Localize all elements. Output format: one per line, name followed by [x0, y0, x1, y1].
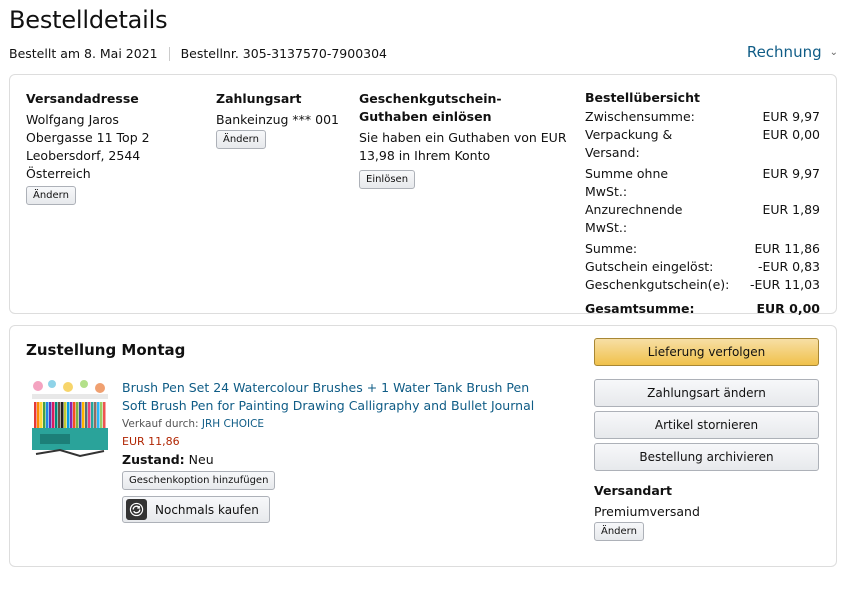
delivery-panel: Zustellung Montag Brush Pen Set 24 Water… — [9, 325, 837, 567]
invoice-label: Rechnung — [746, 43, 822, 61]
summary-label: Verpackung & Versand: — [585, 127, 673, 160]
product-title-link[interactable]: Brush Pen Set 24 Watercolour Brushes + 1… — [122, 379, 542, 415]
sold-by: Verkauf durch: JRH CHOICE — [122, 418, 542, 430]
track-delivery-button[interactable]: Lieferung verfolgen — [594, 338, 819, 366]
summary-label: Gesamtsumme: — [585, 301, 695, 316]
summary-label: Geschenkgutschein(e): — [585, 277, 730, 292]
payment-method: Bankeinzug *** 001 — [216, 112, 340, 127]
order-summary-heading: Bestellübersicht — [585, 90, 700, 105]
refresh-icon — [126, 499, 147, 520]
buy-again-label: Nochmals kaufen — [155, 502, 259, 517]
summary-row-shipping: Verpackung & Versand: EUR 0,00 — [585, 126, 820, 162]
change-shipping-button[interactable]: Ändern — [594, 522, 644, 541]
summary-row-vat: Anzurechnende MwSt.: EUR 1,89 — [585, 201, 820, 237]
summary-row-subtotal: Zwischensumme: EUR 9,97 — [585, 108, 820, 126]
summary-value: EUR 1,89 — [762, 202, 820, 217]
summary-row-voucher: Gutschein eingelöst: -EUR 0,83 — [585, 258, 820, 276]
change-payment-button[interactable]: Ändern — [216, 130, 266, 149]
shipping-method-value: Premiumversand — [594, 504, 700, 519]
product-image[interactable] — [30, 378, 110, 462]
gift-card-section: Geschenkgutschein-Guthaben einlösen Sie … — [359, 90, 569, 189]
summary-value: EUR 11,86 — [754, 241, 821, 256]
chevron-down-icon: ⌄ — [829, 46, 838, 58]
summary-label: Zwischensumme: — [585, 109, 695, 124]
product-condition: Zustand: Neu — [122, 452, 542, 467]
shipping-address-heading: Versandadresse — [26, 91, 139, 106]
summary-row-giftcard: Geschenkgutschein(e): -EUR 11,03 — [585, 276, 820, 294]
summary-row-total: Gesamtsumme: EUR 0,00 — [585, 300, 820, 318]
payment-heading: Zahlungsart — [216, 91, 302, 106]
summary-value: EUR 0,00 — [756, 301, 820, 316]
gift-card-balance-text: Sie haben ein Guthaben von EUR 13,98 in … — [359, 130, 567, 163]
order-number: Bestellnr. 305-3137570-7900304 — [180, 46, 388, 61]
summary-value: -EUR 11,03 — [749, 277, 820, 292]
meta-divider — [168, 46, 170, 61]
summary-value: EUR 9,97 — [762, 109, 820, 124]
address-city: Leobersdorf, 2544 — [26, 148, 141, 163]
summary-row-net: Summe ohne MwSt.: EUR 9,97 — [585, 165, 820, 201]
change-payment-method-button[interactable]: Zahlungsart ändern — [594, 379, 819, 407]
summary-value: -EUR 0,83 — [757, 259, 820, 274]
change-address-button[interactable]: Ändern — [26, 186, 76, 205]
sold-by-label: Verkauf durch: — [122, 418, 199, 430]
condition-value: Neu — [188, 452, 214, 467]
summary-label: Summe ohne MwSt.: — [585, 166, 669, 199]
shipping-address-section: Versandadresse Wolfgang Jaros Obergasse … — [26, 90, 196, 205]
buy-again-button[interactable]: Nochmals kaufen — [122, 496, 270, 523]
recipient-name: Wolfgang Jaros — [26, 112, 119, 127]
invoice-dropdown[interactable]: Rechnung ⌄ — [747, 43, 838, 61]
product-price: EUR 11,86 — [122, 435, 180, 448]
summary-label: Summe: — [585, 241, 638, 256]
summary-value: EUR 9,97 — [762, 166, 820, 181]
cancel-items-button[interactable]: Artikel stornieren — [594, 411, 819, 439]
product-info: Brush Pen Set 24 Watercolour Brushes + 1… — [122, 379, 542, 523]
archive-order-button[interactable]: Bestellung archivieren — [594, 443, 819, 471]
summary-label: Gutschein eingelöst: — [585, 259, 714, 274]
address-street: Obergasse 11 Top 2 — [26, 130, 150, 145]
summary-value: EUR 0,00 — [762, 127, 820, 142]
summary-label: Anzurechnende MwSt.: — [585, 202, 683, 235]
seller-link[interactable]: JRH CHOICE — [202, 418, 264, 430]
address-country: Österreich — [26, 166, 91, 181]
summary-row-sum: Summe: EUR 11,86 — [585, 240, 820, 258]
condition-label: Zustand: — [122, 452, 185, 467]
order-info-panel: Versandadresse Wolfgang Jaros Obergasse … — [9, 74, 837, 316]
add-gift-option-button[interactable]: Geschenkoption hinzufügen — [122, 471, 276, 490]
page-title: Bestelldetails — [9, 6, 168, 34]
shipping-method-heading: Versandart — [594, 483, 672, 498]
order-actions: Lieferung verfolgen Zahlungsart ändern A… — [594, 338, 819, 541]
delivery-title: Zustellung Montag — [26, 341, 186, 359]
order-meta: Bestellt am 8. Mai 2021 Bestellnr. 305-3… — [9, 46, 387, 61]
order-summary: Bestellübersicht Zwischensumme: EUR 9,97… — [585, 90, 820, 318]
order-date: Bestellt am 8. Mai 2021 — [9, 46, 158, 61]
gift-card-heading: Geschenkgutschein-Guthaben einlösen — [359, 91, 502, 124]
payment-section: Zahlungsart Bankeinzug *** 001 Ändern — [216, 90, 351, 149]
redeem-button[interactable]: Einlösen — [359, 170, 416, 189]
